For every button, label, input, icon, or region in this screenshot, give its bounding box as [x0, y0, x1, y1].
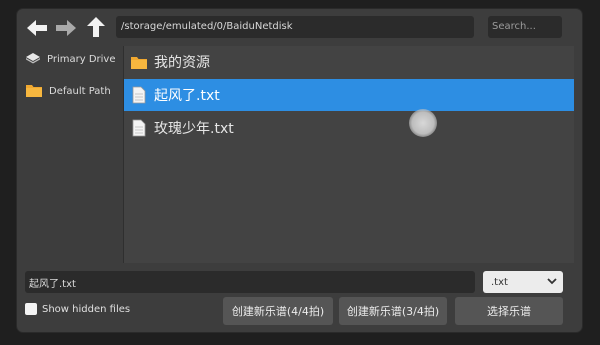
up-arrow-icon[interactable] [85, 16, 107, 38]
back-arrow-icon[interactable] [26, 17, 48, 39]
create-score-4-4-button[interactable]: 创建新乐谱(4/4拍) [223, 297, 333, 325]
sidebar-item-default-path[interactable]: Default Path [25, 82, 111, 101]
file-list: 我的资源 起风了.txt 玫瑰少年.txt [123, 46, 574, 263]
select-score-button[interactable]: 选择乐谱 [455, 297, 563, 325]
file-name: 起风了.txt [154, 88, 220, 104]
file-name: 我的资源 [154, 55, 210, 71]
document-icon [130, 85, 148, 105]
document-icon [130, 118, 148, 138]
search-input[interactable] [488, 16, 562, 38]
checkbox-label: Show hidden files [42, 303, 131, 315]
drive-icon [25, 52, 41, 67]
list-item-file-selected[interactable]: 起风了.txt [124, 79, 574, 111]
folder-icon [130, 52, 148, 72]
folder-icon [25, 82, 43, 101]
sidebar: Primary Drive Default Path [17, 46, 123, 263]
touch-indicator [409, 109, 437, 137]
sidebar-item-label: Default Path [49, 86, 111, 97]
extension-dropdown[interactable]: .txt [483, 271, 563, 293]
path-bar[interactable]: /storage/emulated/0/BaiduNetdisk [116, 16, 474, 38]
sidebar-item-primary-drive[interactable]: Primary Drive [25, 52, 115, 67]
list-item-folder[interactable]: 我的资源 [124, 46, 574, 78]
forward-arrow-icon[interactable] [55, 17, 77, 39]
chevron-down-icon [547, 277, 557, 288]
file-browser-dialog: /storage/emulated/0/BaiduNetdisk Primary… [16, 8, 583, 333]
file-name: 玫瑰少年.txt [154, 121, 234, 137]
list-item-file[interactable]: 玫瑰少年.txt [124, 112, 574, 144]
extension-value: .txt [491, 276, 508, 288]
checkbox[interactable] [25, 303, 37, 315]
show-hidden-files-toggle[interactable]: Show hidden files [25, 303, 130, 315]
create-score-3-4-button[interactable]: 创建新乐谱(3/4拍) [339, 297, 447, 325]
filename-field[interactable] [25, 271, 475, 293]
sidebar-item-label: Primary Drive [47, 54, 116, 65]
